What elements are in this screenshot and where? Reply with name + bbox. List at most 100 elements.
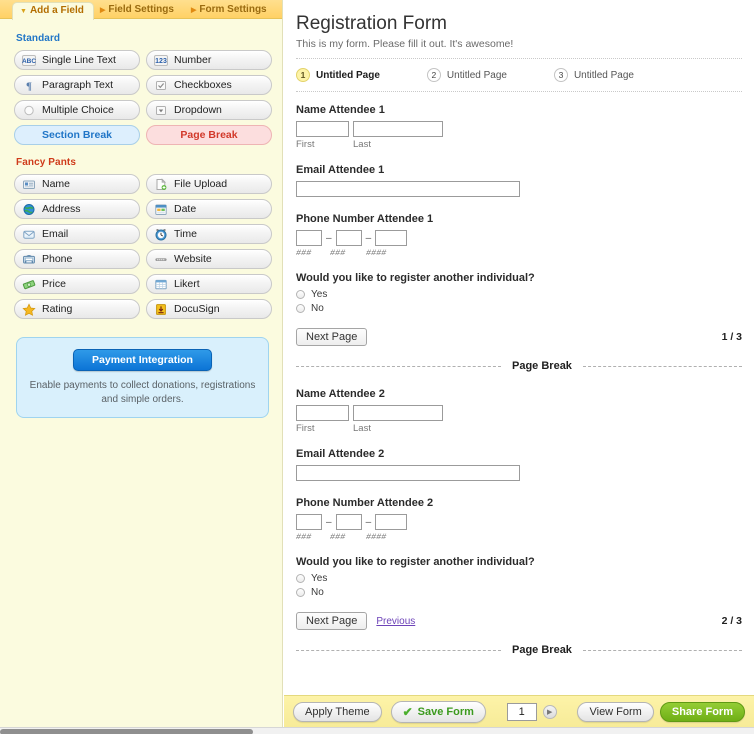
page-tab-3-label: Untitled Page	[573, 69, 634, 81]
field-button-multiple-choice[interactable]: Multiple Choice	[14, 100, 140, 120]
field-label-name: Name	[42, 177, 71, 190]
radio-label-no-2: No	[311, 587, 324, 598]
field-button-docusign[interactable]: DocuSign	[146, 299, 272, 319]
name-first-input-1[interactable]	[296, 121, 349, 137]
field-button-checkboxes[interactable]: Checkboxes	[146, 75, 272, 95]
field-button-price[interactable]: Price	[14, 274, 140, 294]
name-input-row-1	[296, 121, 742, 137]
tab-form-settings-label: Form Settings	[199, 4, 267, 15]
radio-option-yes-2[interactable]: Yes	[296, 573, 742, 584]
fancy-field-grid: Name File Upload Address Date Email Time…	[14, 174, 272, 319]
tab-field-settings[interactable]: ▶ Field Settings	[93, 1, 183, 19]
payment-integration-button[interactable]: Payment Integration	[73, 349, 212, 371]
phone-line-input-2[interactable]	[375, 514, 408, 530]
phone-input-row-1: – –	[296, 230, 742, 246]
page-break-dash-right	[582, 649, 742, 651]
field-button-paragraph-text[interactable]: ¶ Paragraph Text	[14, 75, 140, 95]
name-sublabel-row-2: First Last	[296, 423, 742, 434]
field-label-dropdown: Dropdown	[174, 103, 222, 116]
checkbox-icon	[154, 79, 168, 92]
standard-group-title: Standard	[16, 33, 61, 44]
page-tab-2[interactable]: 2 Untitled Page	[426, 68, 507, 82]
calendar-icon	[154, 203, 168, 216]
email-input-2[interactable]	[296, 465, 520, 481]
name-first-input-2[interactable]	[296, 405, 349, 421]
field-button-dropdown[interactable]: Dropdown	[146, 100, 272, 120]
radio-option-yes-1[interactable]: Yes	[296, 289, 742, 300]
share-form-button[interactable]: Share Form	[659, 701, 745, 722]
field-button-email[interactable]: Email	[14, 224, 140, 244]
page-number-input[interactable]	[506, 702, 537, 721]
field-button-rating[interactable]: Rating	[14, 299, 140, 319]
previous-page-link-2[interactable]: Previous	[376, 616, 415, 627]
page-counter-1: 1 / 3	[721, 331, 742, 343]
link-icon	[154, 253, 168, 266]
field-block-phone-2: Phone Number Attendee 2 – – ### ### ####	[296, 497, 742, 542]
field-button-address[interactable]: Address	[14, 199, 140, 219]
horizontal-scrollbar-thumb[interactable]	[0, 729, 253, 734]
field-button-single-line-text[interactable]: ABC Single Line Text	[14, 50, 140, 70]
phone-prefix-input-1[interactable]	[335, 230, 362, 246]
caret-right-icon: ▶	[191, 7, 197, 14]
radio-label-yes-1: Yes	[311, 289, 328, 300]
phone-dash-icon: –	[326, 516, 332, 528]
name-last-sublabel-1: Last	[353, 139, 371, 150]
check-icon: ✔	[402, 704, 413, 719]
phone-hint-row-1: ### ### ####	[296, 248, 742, 258]
page-break-dash-right	[582, 365, 742, 367]
field-label-likert: Likert	[174, 277, 200, 290]
radio-option-no-1[interactable]: No	[296, 303, 742, 314]
save-form-label: Save Form	[417, 705, 474, 718]
field-label-multiple-choice: Multiple Choice	[42, 103, 114, 116]
radio-option-no-2[interactable]: No	[296, 587, 742, 598]
field-button-number[interactable]: 123 Number	[146, 50, 272, 70]
field-label-phone-attendee-2: Phone Number Attendee 2	[296, 497, 434, 509]
page-tab-3[interactable]: 3 Untitled Page	[553, 68, 634, 82]
phone-line-input-1[interactable]	[375, 230, 408, 246]
next-page-button-1[interactable]: Next Page	[296, 328, 368, 346]
field-block-email-2: Email Attendee 2	[296, 448, 742, 483]
field-button-file-upload[interactable]: File Upload	[146, 174, 272, 194]
field-button-date[interactable]: Date	[146, 199, 272, 219]
chevron-right-icon[interactable]: ▶	[542, 704, 557, 719]
field-button-section-break[interactable]: Section Break	[14, 125, 140, 145]
radio-icon[interactable]	[296, 304, 305, 313]
field-label-name-attendee-1: Name Attendee 1	[296, 104, 385, 116]
field-button-website[interactable]: Website	[146, 249, 272, 269]
apply-theme-button[interactable]: Apply Theme	[293, 701, 382, 722]
phone-area-input-1[interactable]	[296, 230, 322, 246]
svg-text:ABC: ABC	[22, 58, 36, 65]
next-page-button-2[interactable]: Next Page	[296, 612, 368, 630]
name-sublabel-row-1: First Last	[296, 139, 742, 150]
radio-icon[interactable]	[296, 588, 305, 597]
field-button-name[interactable]: Name	[14, 174, 140, 194]
name-last-input-2[interactable]	[353, 405, 443, 421]
page-tab-2-label: Untitled Page	[446, 69, 507, 81]
phone-area-input-2[interactable]	[296, 514, 322, 530]
phone-prefix-input-2[interactable]	[335, 514, 362, 530]
field-button-page-break[interactable]: Page Break	[146, 125, 272, 145]
field-block-name-2: Name Attendee 2 First Last	[296, 388, 742, 434]
envelope-icon	[22, 228, 36, 241]
caret-right-icon: ▶	[100, 7, 106, 14]
radio-icon[interactable]	[296, 574, 305, 583]
phone-line-hint-2: ####	[366, 532, 387, 542]
view-form-button[interactable]: View Form	[577, 701, 654, 722]
tab-add-a-field[interactable]: ▼ Add a Field	[12, 2, 94, 20]
radio-icon[interactable]	[296, 290, 305, 299]
field-button-likert[interactable]: Likert	[146, 274, 272, 294]
money-icon	[22, 278, 36, 291]
share-form-label: Share Form	[671, 705, 733, 718]
horizontal-scrollbar[interactable]	[0, 727, 754, 734]
phone-area-hint-1: ###	[296, 248, 312, 258]
page-tab-3-number: 3	[553, 68, 568, 82]
field-button-time[interactable]: Time	[146, 224, 272, 244]
phone-icon	[22, 253, 36, 266]
field-button-phone[interactable]: Phone	[14, 249, 140, 269]
email-input-1[interactable]	[296, 181, 520, 197]
page-tab-1[interactable]: 1 Untitled Page	[296, 68, 380, 82]
tab-form-settings[interactable]: ▶ Form Settings	[184, 1, 276, 19]
save-form-button[interactable]: ✔ Save Form	[390, 700, 486, 723]
page-title: Registration Form	[296, 13, 447, 34]
name-last-input-1[interactable]	[353, 121, 443, 137]
